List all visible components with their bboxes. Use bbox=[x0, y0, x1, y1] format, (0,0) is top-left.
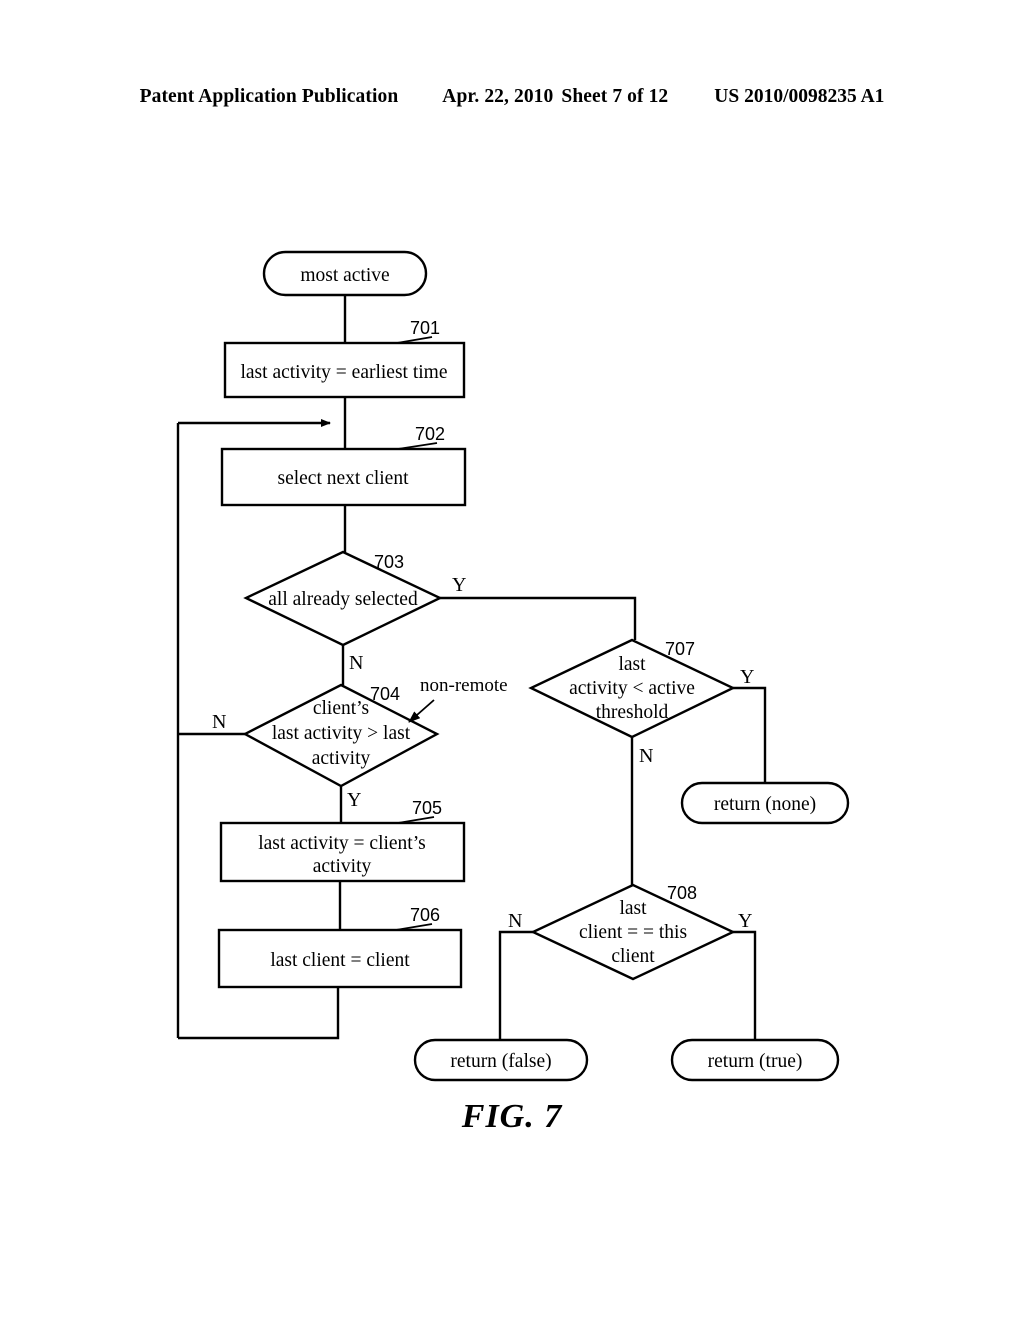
node-704-label-line1: client’s bbox=[313, 698, 369, 719]
node-701-label: last activity = earliest time bbox=[240, 362, 447, 383]
branch-708-no: N bbox=[508, 910, 522, 932]
branch-703-yes: Y bbox=[452, 574, 466, 596]
node-704-label-line2: last activity > last bbox=[272, 723, 411, 744]
node-704-label-line3: activity bbox=[312, 748, 371, 769]
node-707-label-line3: threshold bbox=[596, 702, 669, 723]
node-705-ref: 705 bbox=[412, 798, 442, 818]
node-return-false-label: return (false) bbox=[450, 1051, 551, 1072]
node-702-ref: 702 bbox=[415, 424, 445, 444]
annotation-non-remote: non-remote bbox=[420, 675, 508, 696]
branch-708-yes: Y bbox=[738, 910, 752, 932]
node-703-ref: 703 bbox=[374, 552, 404, 572]
node-708-ref: 708 bbox=[667, 883, 697, 903]
node-703-label: all already selected bbox=[268, 589, 418, 610]
connector-708-yes-to-return-true bbox=[733, 930, 757, 1040]
connector-706-to-loopback bbox=[178, 987, 340, 1040]
node-706-ref: 706 bbox=[410, 905, 440, 925]
branch-703-no: N bbox=[349, 652, 363, 674]
node-707-label-line2: activity < active bbox=[569, 678, 695, 699]
node-705-label-line1: last activity = client’s bbox=[258, 833, 426, 854]
node-return-true-label: return (true) bbox=[708, 1051, 803, 1072]
node-708-label-line2: client = = this bbox=[579, 922, 687, 943]
node-707-ref: 707 bbox=[665, 639, 695, 659]
node-705-label-line2: activity bbox=[313, 856, 372, 877]
node-708-label-line3: client bbox=[611, 946, 655, 967]
branch-704-no: N bbox=[212, 711, 226, 733]
node-702-label: select next client bbox=[277, 468, 409, 489]
connector-708-no-to-return-false bbox=[498, 930, 533, 1040]
node-704-ref: 704 bbox=[370, 684, 400, 704]
figure-caption: FIG. 7 bbox=[0, 1098, 1024, 1136]
node-706-label: last client = client bbox=[270, 950, 410, 971]
branch-707-yes: Y bbox=[740, 666, 754, 688]
annotation-non-remote-arrow bbox=[408, 699, 435, 723]
connector-707-yes-to-return-none bbox=[733, 686, 767, 783]
node-701-ref: 701 bbox=[410, 318, 440, 338]
branch-707-no: N bbox=[639, 745, 653, 767]
node-707-label-line1: last bbox=[618, 654, 646, 675]
node-708-label-line1: last bbox=[619, 898, 647, 919]
node-start-label: most active bbox=[300, 265, 389, 286]
node-return-none-label: return (none) bbox=[714, 794, 816, 815]
branch-704-yes: Y bbox=[347, 789, 361, 811]
figure-caption-text: FIG. 7 bbox=[461, 1098, 563, 1135]
connector-703-yes-to-707 bbox=[440, 596, 637, 640]
patent-page: Patent Application Publication Apr. 22, … bbox=[0, 0, 1024, 1320]
